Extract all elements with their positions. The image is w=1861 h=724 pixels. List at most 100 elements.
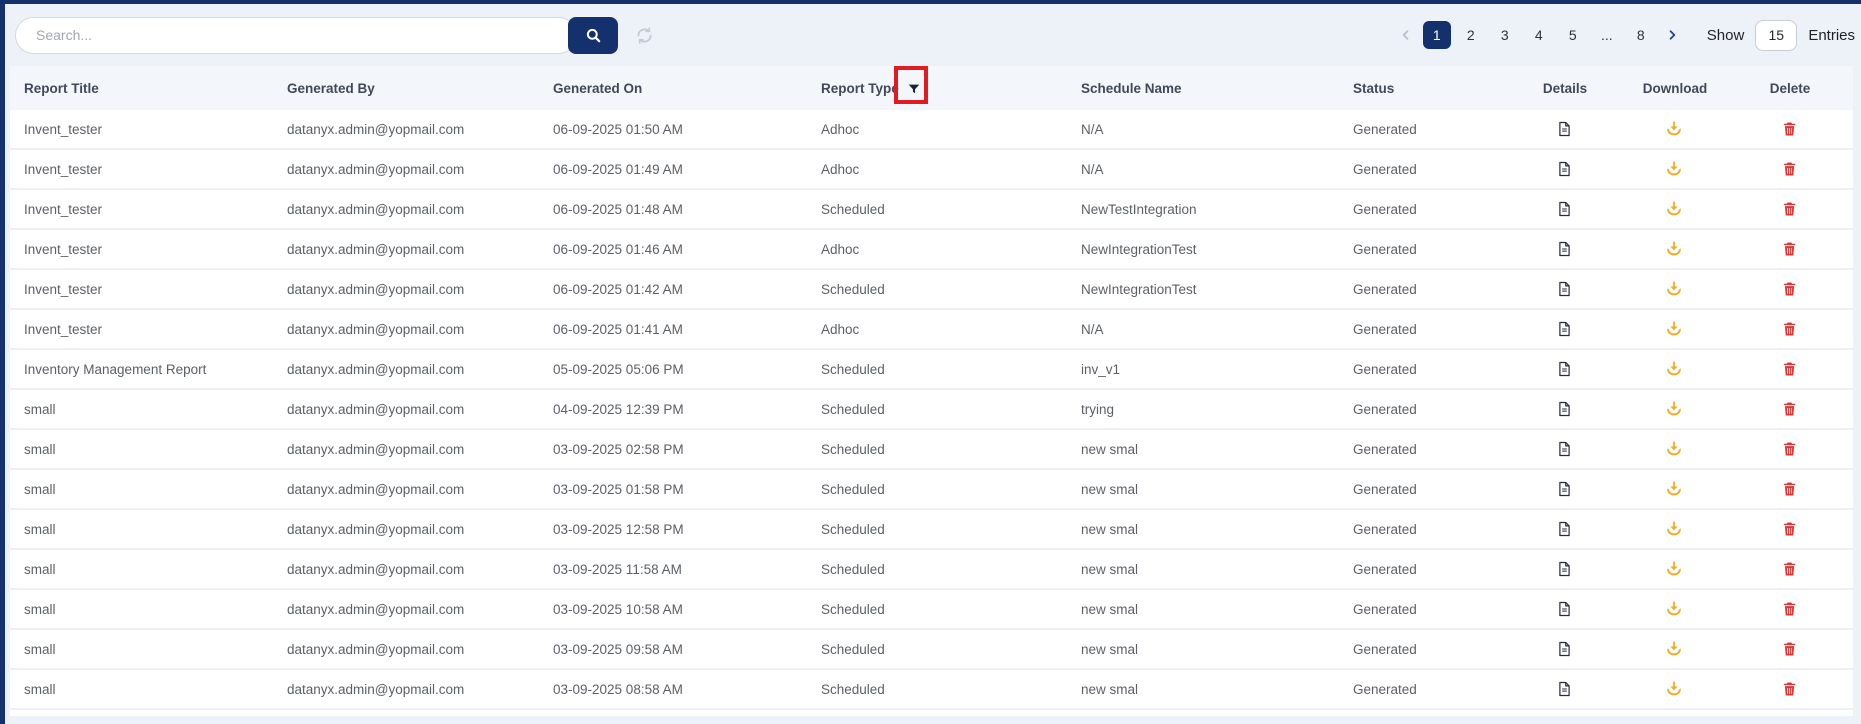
details-button[interactable]: [1554, 278, 1575, 300]
delete-button[interactable]: [1779, 238, 1800, 260]
download-icon: [1664, 479, 1684, 499]
report-type-cell: Adhoc: [821, 321, 860, 337]
page-button-1[interactable]: 1: [1422, 21, 1451, 49]
trash-icon: [1781, 240, 1798, 258]
details-button[interactable]: [1554, 118, 1575, 140]
download-button[interactable]: [1662, 637, 1686, 661]
page-button-8[interactable]: 8: [1627, 21, 1655, 49]
generated-on-cell: 03-09-2025 11:58 AM: [553, 561, 682, 577]
status-cell: Generated: [1353, 241, 1417, 257]
table-body: Invent_tester datanyx.admin@yopmail.com …: [10, 110, 1853, 710]
report-title-cell: Invent_tester: [24, 201, 103, 217]
generated-by-cell: datanyx.admin@yopmail.com: [287, 441, 465, 457]
delete-button[interactable]: [1779, 198, 1800, 220]
download-button[interactable]: [1662, 397, 1686, 421]
report-title-cell: small: [24, 641, 56, 657]
col-header-status: Status: [1353, 80, 1395, 96]
download-button[interactable]: [1662, 197, 1686, 221]
status-cell: Generated: [1353, 321, 1417, 337]
download-button[interactable]: [1662, 317, 1686, 341]
generated-on-cell: 06-09-2025 01:41 AM: [553, 321, 683, 337]
details-button[interactable]: [1554, 358, 1575, 380]
report-type-cell: Adhoc: [821, 241, 860, 257]
download-icon: [1664, 519, 1684, 539]
details-button[interactable]: [1554, 198, 1575, 220]
details-button[interactable]: [1554, 558, 1575, 580]
report-type-cell: Scheduled: [821, 281, 885, 297]
download-button[interactable]: [1662, 357, 1686, 381]
refresh-icon[interactable]: [634, 25, 655, 46]
details-button[interactable]: [1554, 318, 1575, 340]
chevron-right-icon[interactable]: [1661, 21, 1683, 49]
schedule-name-cell: N/A: [1081, 161, 1104, 177]
trash-icon: [1781, 640, 1798, 658]
download-button[interactable]: [1662, 477, 1686, 501]
details-button[interactable]: [1554, 678, 1575, 700]
schedule-name-cell: new smal: [1081, 441, 1139, 457]
details-button[interactable]: [1554, 638, 1575, 660]
download-button[interactable]: [1662, 157, 1686, 181]
download-button[interactable]: [1662, 677, 1686, 701]
details-button[interactable]: [1554, 438, 1575, 460]
schedule-name-cell: new smal: [1081, 601, 1139, 617]
page-button-3[interactable]: 3: [1491, 21, 1519, 49]
schedule-name-cell: new smal: [1081, 481, 1139, 497]
delete-button[interactable]: [1779, 278, 1800, 300]
download-button[interactable]: [1662, 437, 1686, 461]
filter-funnel-icon[interactable]: [907, 82, 921, 96]
page-button-5[interactable]: 5: [1559, 21, 1587, 49]
trash-icon: [1781, 680, 1798, 698]
generated-by-cell: datanyx.admin@yopmail.com: [287, 121, 465, 137]
col-header-report-title: Report Title: [24, 80, 99, 96]
table-row: small datanyx.admin@yopmail.com 03-09-20…: [10, 470, 1853, 510]
page-button-2[interactable]: 2: [1457, 21, 1485, 49]
details-button[interactable]: [1554, 238, 1575, 260]
download-button[interactable]: [1662, 597, 1686, 621]
table-row: Invent_tester datanyx.admin@yopmail.com …: [10, 190, 1853, 230]
delete-button[interactable]: [1779, 398, 1800, 420]
download-button[interactable]: [1662, 277, 1686, 301]
generated-on-cell: 06-09-2025 01:48 AM: [553, 201, 683, 217]
delete-button[interactable]: [1779, 558, 1800, 580]
table-row: Invent_tester datanyx.admin@yopmail.com …: [10, 110, 1853, 150]
delete-button[interactable]: [1779, 318, 1800, 340]
document-icon: [1556, 560, 1573, 578]
report-type-cell: Scheduled: [821, 441, 885, 457]
details-button[interactable]: [1554, 398, 1575, 420]
generated-by-cell: datanyx.admin@yopmail.com: [287, 681, 465, 697]
delete-button[interactable]: [1779, 518, 1800, 540]
download-button[interactable]: [1662, 517, 1686, 541]
generated-on-cell: 06-09-2025 01:42 AM: [553, 281, 683, 297]
details-button[interactable]: [1554, 478, 1575, 500]
entries-count-box[interactable]: 15: [1755, 19, 1798, 51]
document-icon: [1556, 520, 1573, 538]
document-icon: [1556, 200, 1573, 218]
report-type-filter-control[interactable]: [893, 66, 928, 104]
delete-button[interactable]: [1779, 358, 1800, 380]
report-title-cell: Invent_tester: [24, 161, 103, 177]
top-accent-bar: [0, 0, 1861, 4]
generated-on-cell: 06-09-2025 01:49 AM: [553, 161, 683, 177]
download-button[interactable]: [1662, 117, 1686, 141]
trash-icon: [1781, 600, 1798, 618]
delete-button[interactable]: [1779, 478, 1800, 500]
download-button[interactable]: [1662, 557, 1686, 581]
table-row: small datanyx.admin@yopmail.com 03-09-20…: [10, 670, 1853, 710]
details-button[interactable]: [1554, 158, 1575, 180]
delete-button[interactable]: [1779, 438, 1800, 460]
chevron-left-icon[interactable]: [1395, 21, 1417, 49]
delete-button[interactable]: [1779, 638, 1800, 660]
search-input[interactable]: [15, 16, 577, 54]
delete-button[interactable]: [1779, 678, 1800, 700]
delete-button[interactable]: [1779, 158, 1800, 180]
page-button-4[interactable]: 4: [1525, 21, 1553, 49]
details-button[interactable]: [1554, 598, 1575, 620]
delete-button[interactable]: [1779, 118, 1800, 140]
search-icon: [584, 26, 603, 45]
search-button[interactable]: [568, 16, 618, 54]
download-button[interactable]: [1662, 237, 1686, 261]
trash-icon: [1781, 480, 1798, 498]
details-button[interactable]: [1554, 518, 1575, 540]
schedule-name-cell: new smal: [1081, 561, 1139, 577]
delete-button[interactable]: [1779, 598, 1800, 620]
